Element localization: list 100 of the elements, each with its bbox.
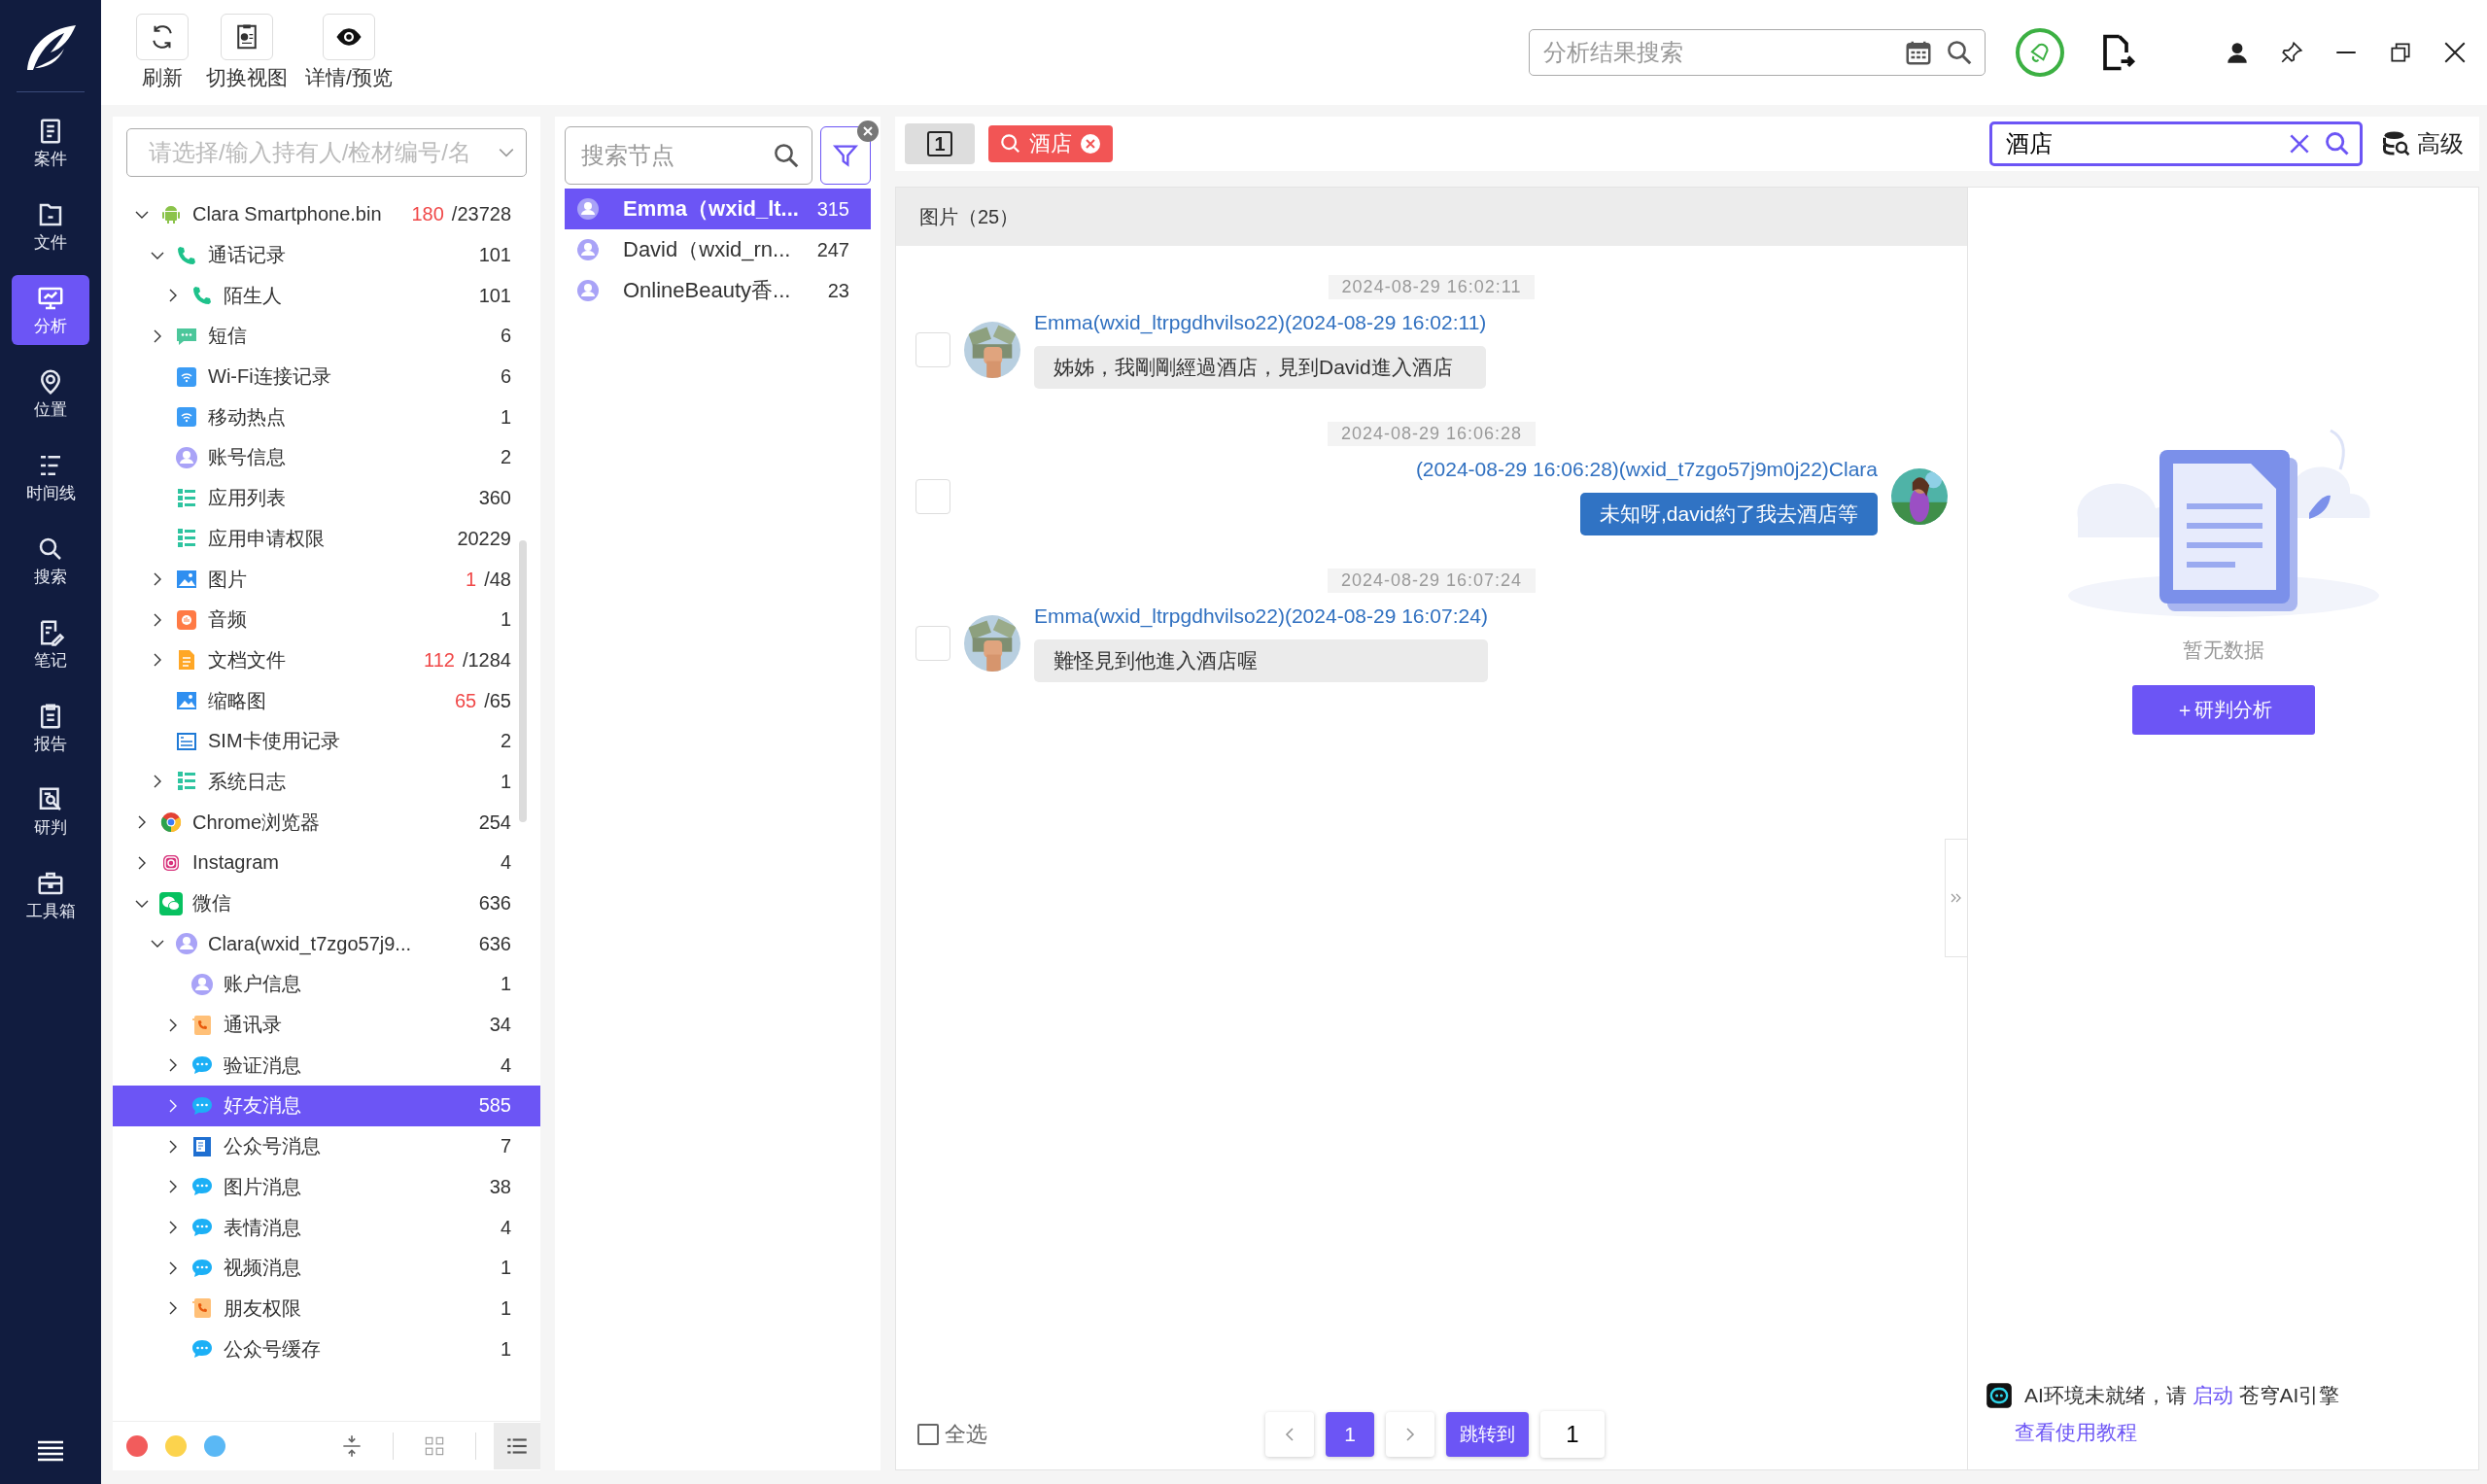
search-field[interactable]: 酒店 — [1989, 121, 2363, 166]
tree-item[interactable]: 账号信息 2 — [113, 437, 540, 478]
nav-item[interactable]: 分析 — [12, 275, 89, 345]
color-tag[interactable] — [165, 1435, 187, 1457]
user-icon[interactable] — [2225, 40, 2250, 65]
menu-icon[interactable] — [36, 1439, 65, 1463]
search-icon[interactable] — [772, 141, 801, 170]
tree-item[interactable]: 账户信息 1 — [113, 964, 540, 1005]
tree-item[interactable]: 通话记录 101 — [113, 234, 540, 276]
tree-item[interactable]: 陌生人 101 — [113, 275, 540, 317]
chat-bubbles-icon — [159, 891, 183, 915]
tree-item-label: 应用申请权限 — [208, 526, 326, 551]
view-button[interactable] — [494, 1423, 540, 1469]
item-count: 38 — [489, 1175, 511, 1198]
tree-item[interactable]: 文档文件 112 /1284 — [113, 639, 540, 681]
nav-item[interactable]: 工具箱 — [12, 860, 89, 930]
tree-item[interactable]: 视频消息 1 — [113, 1247, 540, 1289]
message-bubble: 姊姊，我剛剛經過酒店，見到David進入酒店 — [1034, 346, 1487, 389]
message-bubble: 未知呀,david約了我去酒店等 — [1579, 493, 1878, 535]
advanced-search-button[interactable]: 高级 — [2376, 127, 2470, 160]
tree-item[interactable]: 微信 636 — [113, 882, 540, 924]
tree-item-label: 陌生人 — [224, 283, 283, 308]
tree-item-label: 音频 — [208, 607, 248, 633]
search-field[interactable]: 搜索节点 — [565, 126, 812, 185]
tree-item[interactable]: 短信 6 — [113, 316, 540, 357]
nav-item[interactable]: 搜索 — [12, 526, 89, 596]
pin-icon[interactable] — [2279, 40, 2304, 65]
user-icon — [576, 279, 600, 302]
analyze-button[interactable]: ＋研判分析 — [2131, 685, 2315, 735]
bell-icon[interactable] — [2015, 27, 2065, 78]
tree-item-label: 视频消息 — [224, 1256, 302, 1281]
tree-item[interactable]: 验证消息 4 — [113, 1045, 540, 1087]
tree-item-label: 缩略图 — [208, 688, 267, 713]
nav-item[interactable]: 文件 — [12, 191, 89, 261]
start-link[interactable]: 启动 — [2192, 1384, 2233, 1406]
view-toggle[interactable]: 1 — [905, 123, 975, 164]
sender-line: Emma(wxid_ltrpgdhvilso22)(2024-08-29 16:07:24) — [1034, 604, 1488, 628]
scrollbar[interactable] — [519, 540, 527, 822]
toolbar-button[interactable]: 刷新 — [132, 4, 192, 101]
tree-item[interactable]: Instagram 4 — [113, 843, 540, 883]
message-bubble: 難怪見到他進入酒店喔 — [1034, 639, 1488, 682]
color-tag[interactable] — [204, 1435, 225, 1457]
tree-item[interactable]: SIM卡使用记录 2 — [113, 720, 540, 762]
tree-item[interactable]: 图片 1 /48 — [113, 559, 540, 600]
restore-icon[interactable] — [2388, 40, 2413, 65]
tree-item[interactable]: 音频 1 — [113, 599, 540, 640]
filter-button[interactable] — [820, 126, 871, 185]
tree-item[interactable]: 通讯录 34 — [113, 1004, 540, 1046]
tree-item[interactable]: 缩略图 65 /65 — [113, 680, 540, 721]
tree-item[interactable]: 图片消息 38 — [113, 1166, 540, 1208]
tree-item[interactable]: Wi-Fi连接记录 6 — [113, 356, 540, 397]
item-count: 7 — [500, 1135, 511, 1158]
tree-item[interactable]: 应用列表 360 — [113, 477, 540, 519]
page-button[interactable]: 1 — [1326, 1412, 1374, 1457]
item-count: 2 — [500, 730, 511, 753]
nav-item[interactable]: 案件 — [12, 108, 89, 178]
tree-item[interactable]: 公众号消息 7 — [113, 1125, 540, 1167]
item-count: 34 — [489, 1014, 511, 1037]
nav-item[interactable]: 报告 — [12, 693, 89, 763]
nav-item[interactable]: 位置 — [12, 359, 89, 429]
toolbar-button[interactable]: 切换视图 — [202, 4, 292, 101]
tree-item[interactable]: 公众号缓存 1 — [113, 1329, 540, 1369]
tree-item[interactable]: Clara(wxid_t7zgo57j9... 636 — [113, 923, 540, 965]
checkbox[interactable] — [915, 479, 950, 514]
tree-item[interactable]: Chrome浏览器 254 — [113, 802, 540, 843]
search-field[interactable]: 分析结果搜索 — [1529, 29, 1986, 76]
tree-item[interactable]: 系统日志 1 — [113, 761, 540, 803]
jump-button[interactable]: 跳转到 — [1446, 1412, 1529, 1457]
checkbox[interactable] — [915, 332, 950, 367]
search-icon[interactable] — [2324, 130, 2351, 157]
item-count: 360 — [478, 487, 511, 510]
color-tag[interactable] — [126, 1435, 148, 1457]
contact-item[interactable]: OnlineBeauty香... 23 — [565, 270, 871, 311]
tree-item-label: 短信 — [208, 324, 248, 349]
tree-item[interactable]: 移动热点 1 — [113, 397, 540, 438]
tree-item[interactable]: 好友消息 585 — [113, 1086, 540, 1126]
item-count: 254 — [478, 811, 511, 834]
wifi-icon — [175, 364, 198, 389]
tree-item[interactable]: 表情消息 4 — [113, 1207, 540, 1248]
item-count: 4 — [500, 1053, 511, 1077]
contact-item[interactable]: David（wxid_rn... 247 — [565, 229, 871, 270]
select-all-checkbox[interactable]: 全选 — [912, 1419, 993, 1450]
nav-item[interactable]: 笔记 — [12, 609, 89, 679]
item-count: 4 — [500, 1216, 511, 1239]
tutorial-link[interactable]: 查看使用教程 — [2015, 1419, 2478, 1446]
search-icon[interactable] — [1945, 38, 1974, 67]
tree-item-label: Instagram — [192, 851, 280, 875]
tree-item[interactable]: 朋友权限 1 — [113, 1288, 540, 1329]
toolbar-button[interactable]: 详情/预览 — [301, 4, 397, 101]
expand-handle[interactable] — [1945, 839, 1968, 957]
close-icon[interactable] — [2442, 40, 2468, 65]
contact-book-icon — [190, 1296, 214, 1321]
nav-item[interactable]: 时间线 — [12, 442, 89, 512]
holder-select[interactable]: 请选择/输入持有人/检材编号/名 — [126, 128, 527, 177]
checkbox[interactable] — [915, 626, 950, 661]
page-input[interactable]: 1 — [1540, 1411, 1605, 1458]
tree-item[interactable]: 应用申请权限 20229 — [113, 518, 540, 560]
tree-item[interactable]: Clara Smartphone.bin 180 /23728 — [113, 194, 540, 235]
contact-item[interactable]: Emma（wxid_lt... 315 — [565, 189, 871, 229]
nav-item[interactable]: 研判 — [12, 777, 89, 846]
